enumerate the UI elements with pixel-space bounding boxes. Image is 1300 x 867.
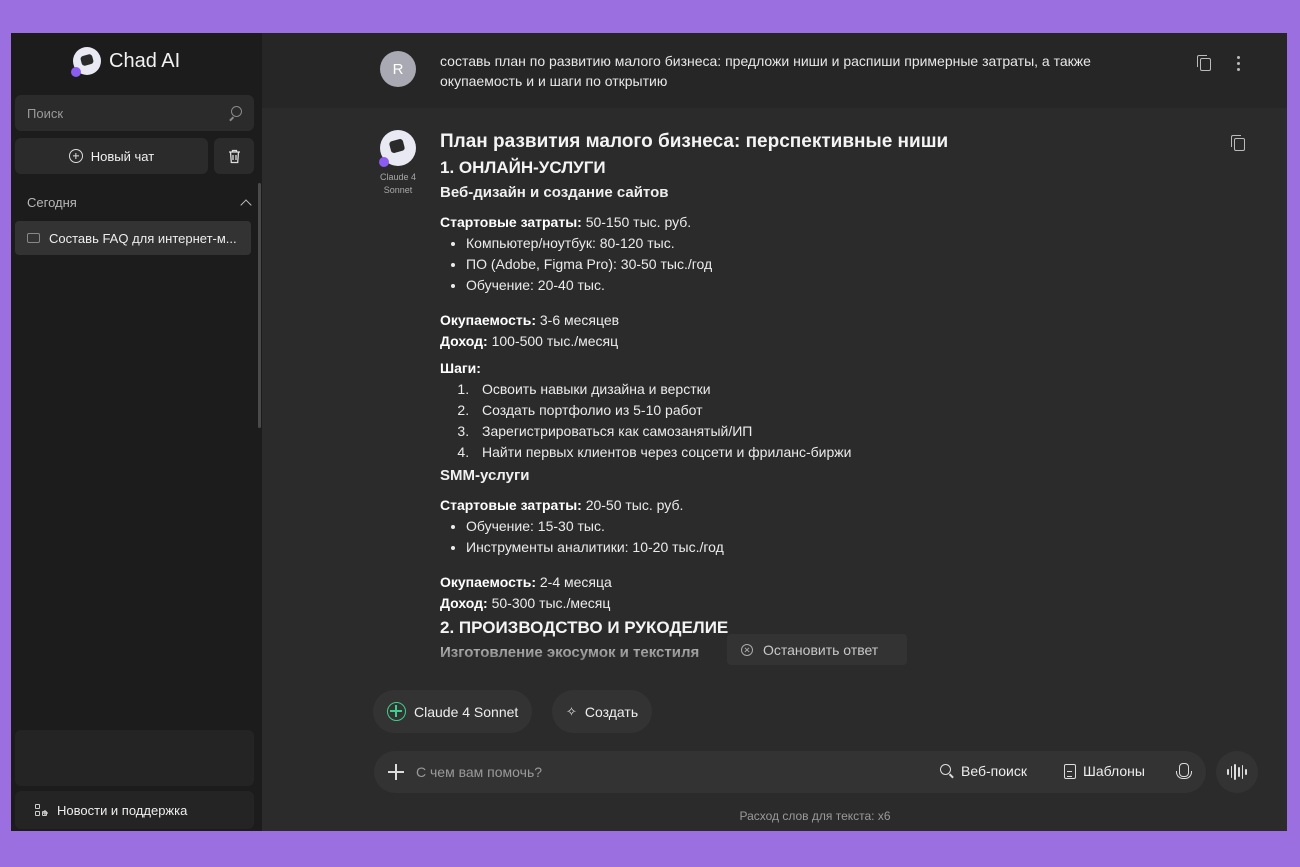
document-icon: [1064, 763, 1076, 779]
plus-circle-icon: [68, 149, 83, 163]
list-item: Найти первых клиентов через соцсети и фр…: [473, 442, 1200, 463]
list-item: ПО (Adobe, Figma Pro): 30-50 тыс./год: [466, 254, 1200, 275]
sidebar: Chad AI Новый чат Сегодня Составь FAQ дл…: [11, 33, 262, 831]
microphone-icon[interactable]: [1176, 763, 1192, 781]
steps-label: Шаги:: [440, 360, 481, 376]
chevron-up-icon[interactable]: [240, 198, 252, 211]
model-selector-button[interactable]: Claude 4 Sonnet: [373, 690, 533, 733]
income-line: Доход: 50-300 тыс./месяц: [440, 595, 611, 611]
chat-item-title: Составь FAQ для интернет-м...: [49, 230, 237, 246]
sparkle-icon: ✧: [566, 703, 577, 719]
templates-label: Шаблоны: [1083, 763, 1145, 779]
new-chat-label: Новый чат: [90, 148, 155, 164]
list-item: Освоить навыки дизайна и верстки: [473, 379, 1200, 400]
new-chat-button[interactable]: Новый чат: [15, 138, 208, 174]
payback-line: Окупаемость: 3-6 месяцев: [440, 312, 620, 328]
web-search-button[interactable]: Веб-поиск: [940, 763, 1027, 779]
trash-icon: [228, 149, 240, 163]
costs-line: Стартовые затраты: 50-150 тыс. руб.: [440, 214, 692, 230]
web-search-label: Веб-поиск: [961, 763, 1027, 779]
chat-list-item[interactable]: Составь FAQ для интернет-м...: [15, 221, 251, 255]
income-line: Доход: 100-500 тыс./месяц: [440, 333, 619, 349]
stop-label: Остановить ответ: [763, 641, 879, 658]
more-vertical-icon[interactable]: [1228, 53, 1248, 73]
subsection-heading: SMM-услуги: [440, 467, 530, 484]
section-today-label: Сегодня: [27, 195, 77, 210]
search-icon[interactable]: [228, 106, 242, 120]
search-box: [15, 95, 254, 131]
subsection-heading: Веб-дизайн и создание сайтов: [440, 184, 669, 201]
grid-plus-icon: [35, 803, 48, 817]
payback-line: Окупаемость: 2-4 месяца: [440, 574, 612, 590]
create-button[interactable]: ✧ Создать: [552, 690, 653, 733]
copy-icon[interactable]: [1194, 53, 1214, 73]
sidebar-promo-area: [15, 730, 254, 786]
logo[interactable]: Chad AI: [71, 47, 181, 77]
voice-mode-button[interactable]: [1216, 751, 1258, 793]
templates-button[interactable]: Шаблоны: [1064, 763, 1145, 779]
list-item: Инструменты аналитики: 10-20 тыс./год: [466, 537, 1200, 558]
news-support-label: Новости и поддержка: [57, 802, 188, 818]
cost-list: Обучение: 15-30 тыс. Инструменты аналити…: [440, 516, 1200, 558]
section-today[interactable]: Сегодня: [27, 195, 254, 211]
user-avatar: R: [380, 51, 416, 87]
user-message-text: составь план по развитию малого бизнеса:…: [440, 53, 1091, 89]
search-icon: [940, 764, 954, 778]
composer: Веб-поиск Шаблоны: [374, 751, 1206, 793]
copy-answer-icon[interactable]: [1228, 133, 1248, 153]
answer-title: План развития малого бизнеса: перспектив…: [440, 131, 949, 152]
word-usage-note: Расход слов для текста: x6: [739, 809, 891, 823]
assistant-avatar: [379, 130, 416, 167]
stop-circle-icon: [741, 643, 753, 656]
chat-main: R составь план по развитию малого бизнес…: [262, 33, 1287, 831]
list-item: Обучение: 20-40 тыс.: [466, 275, 1200, 296]
section-heading: 1. ОНЛАЙН-УСЛУГИ: [440, 158, 606, 177]
attach-plus-icon[interactable]: [388, 764, 404, 780]
list-item: Зарегистрироваться как самозанятый/ИП: [473, 421, 1200, 442]
assistant-model-label: Claude 4 Sonnet: [379, 172, 417, 195]
news-support-button[interactable]: Новости и поддержка: [15, 791, 254, 829]
list-item: Обучение: 15-30 тыс.: [466, 516, 1200, 537]
costs-line: Стартовые затраты: 20-50 тыс. руб.: [440, 497, 684, 513]
delete-chats-button[interactable]: [214, 138, 254, 174]
user-message: R составь план по развитию малого бизнес…: [262, 33, 1287, 108]
assistant-answer: План развития малого бизнеса: перспектив…: [440, 130, 1200, 670]
sidebar-scrollbar[interactable]: [258, 183, 261, 428]
model-label: Claude 4 Sonnet: [414, 703, 519, 720]
chad-logo-icon: [71, 47, 101, 77]
list-item: Создать портфолио из 5-10 работ: [473, 400, 1200, 421]
model-icon: [387, 702, 406, 721]
cost-list: Компьютер/ноутбук: 80-120 тыс. ПО (Adobe…: [440, 233, 1200, 296]
search-input[interactable]: [27, 105, 207, 121]
message-input[interactable]: [416, 764, 916, 780]
create-label: Создать: [584, 703, 639, 720]
stop-response-button[interactable]: Остановить ответ: [727, 634, 907, 665]
app-window: Chad AI Новый чат Сегодня Составь FAQ дл…: [11, 33, 1287, 831]
list-item: Компьютер/ноутбук: 80-120 тыс.: [466, 233, 1200, 254]
chat-bubble-icon: [27, 233, 40, 243]
steps-list: Освоить навыки дизайна и верстки Создать…: [440, 379, 1200, 463]
app-name: Chad AI: [109, 49, 181, 72]
